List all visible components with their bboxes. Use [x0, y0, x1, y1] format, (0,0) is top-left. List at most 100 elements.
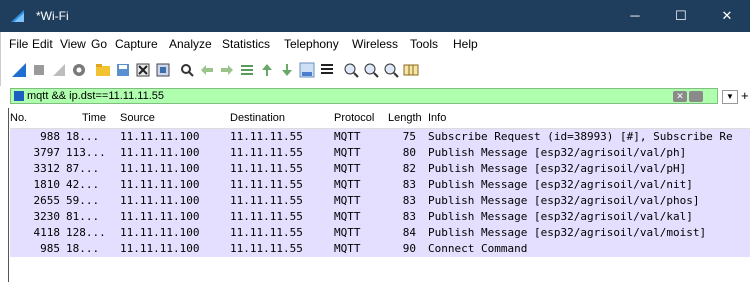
- cell-protocol: MQTT: [334, 194, 361, 207]
- table-row[interactable]: 4118 128... 11.11.11.100 11.11.11.55 MQTT 84 P…: [10, 225, 750, 241]
- maximize-button[interactable]: ☐: [658, 0, 704, 32]
- table-row[interactable]: 985 18... 11.11.11.100 11.11.11.55 MQTT 90 Con…: [10, 241, 750, 257]
- column-header-length[interactable]: Length: [388, 112, 422, 124]
- cell-length: 84: [402, 226, 416, 239]
- save-icon[interactable]: [115, 62, 131, 78]
- cell-destination: 11.11.11.55: [230, 226, 303, 239]
- shark-start-icon[interactable]: [11, 62, 27, 78]
- cell-source: 11.11.11.100: [120, 162, 200, 175]
- zoom-in-icon[interactable]: [343, 62, 359, 78]
- cell-destination: 11.11.11.55: [230, 242, 303, 255]
- cell-protocol: MQTT: [334, 178, 361, 191]
- cell-info: Publish Message [esp32/agrisoil/val/pH]: [428, 162, 687, 175]
- back-icon[interactable]: [199, 62, 215, 78]
- column-header-info[interactable]: Info: [428, 112, 446, 124]
- menu-edit[interactable]: Edit: [32, 37, 53, 51]
- cell-destination: 11.11.11.55: [230, 162, 303, 175]
- table-row[interactable]: 2655 59... 11.11.11.100 11.11.11.55 MQTT 83 Pu…: [10, 193, 750, 209]
- cell-no: 3230: [33, 210, 61, 223]
- cell-info: Publish Message [esp32/agrisoil/val/mois…: [428, 226, 707, 239]
- cell-length: 83: [402, 210, 416, 223]
- cell-info: Publish Message [esp32/agrisoil/val/phos…: [428, 194, 700, 207]
- cell-protocol: MQTT: [334, 162, 361, 175]
- add-filter-button[interactable]: +: [741, 88, 749, 103]
- table-row[interactable]: 988 18... 11.11.11.100 11.11.11.55 MQTT 75 Sub…: [10, 129, 750, 145]
- cell-info: Publish Message [esp32/agrisoil/val/kal]: [428, 210, 693, 223]
- go-to-packet-icon[interactable]: [239, 62, 255, 78]
- menu-analyze[interactable]: Analyze: [169, 37, 212, 51]
- autoscroll-icon[interactable]: [299, 62, 315, 78]
- cell-destination: 11.11.11.55: [230, 146, 303, 159]
- cell-source: 11.11.11.100: [120, 178, 200, 191]
- menu-tools[interactable]: Tools: [410, 37, 438, 51]
- clear-filter-icon[interactable]: ✕: [673, 91, 687, 102]
- last-packet-icon[interactable]: [279, 62, 295, 78]
- cell-protocol: MQTT: [334, 210, 361, 223]
- menu-wireless[interactable]: Wireless: [352, 37, 398, 51]
- bookmark-icon[interactable]: [14, 91, 24, 101]
- menu-capture[interactable]: Capture: [115, 37, 158, 51]
- cell-length: 75: [402, 130, 416, 143]
- resize-columns-icon[interactable]: [403, 62, 419, 78]
- main-toolbar: [0, 54, 750, 86]
- table-row[interactable]: 3797 113... 11.11.11.100 11.11.11.55 MQTT 80 P…: [10, 145, 750, 161]
- cell-length: 83: [402, 194, 416, 207]
- cell-time: 81...: [66, 210, 100, 223]
- cell-destination: 11.11.11.55: [230, 130, 303, 143]
- cell-info: Subscribe Request (id=38993) [#], Subscr…: [428, 130, 733, 143]
- wireshark-fin-icon: [11, 10, 24, 22]
- cell-no: 4118: [33, 226, 61, 239]
- menu-go[interactable]: Go: [91, 37, 107, 51]
- zoom-out-icon[interactable]: [363, 62, 379, 78]
- cell-no: 988: [40, 130, 60, 143]
- column-header-no[interactable]: No.: [10, 112, 27, 124]
- cell-protocol: MQTT: [334, 146, 361, 159]
- column-header-destination[interactable]: Destination: [230, 112, 285, 124]
- menu-statistics[interactable]: Statistics: [222, 37, 270, 51]
- column-header-source[interactable]: Source: [120, 112, 155, 124]
- cell-time: 128...: [66, 226, 106, 239]
- stop-icon[interactable]: [31, 62, 47, 78]
- column-header-time[interactable]: Time: [82, 112, 106, 124]
- open-folder-icon[interactable]: [95, 62, 111, 78]
- display-filter-input[interactable]: [27, 89, 667, 103]
- cell-destination: 11.11.11.55: [230, 194, 303, 207]
- close-button[interactable]: ✕: [704, 0, 750, 32]
- minimize-button[interactable]: ─: [612, 0, 658, 32]
- display-filter-field: ✕: [10, 88, 718, 104]
- colorize-icon[interactable]: [319, 62, 335, 78]
- restart-icon[interactable]: [51, 62, 67, 78]
- cell-no: 3797: [33, 146, 61, 159]
- cell-time: 59...: [66, 194, 100, 207]
- menu-view[interactable]: View: [60, 37, 86, 51]
- packet-list: No. Time Source Destination Protocol Len…: [10, 108, 750, 257]
- column-header-protocol[interactable]: Protocol: [334, 112, 374, 124]
- cell-source: 11.11.11.100: [120, 130, 200, 143]
- cell-protocol: MQTT: [334, 226, 361, 239]
- table-row[interactable]: 1810 42... 11.11.11.100 11.11.11.55 MQTT 83 Pu…: [10, 177, 750, 193]
- cell-info: Connect Command: [428, 242, 528, 255]
- cell-no: 2655: [33, 194, 61, 207]
- display-filter-bar: ✕ ▼ +: [10, 86, 750, 106]
- cell-protocol: MQTT: [334, 242, 361, 255]
- menu-file[interactable]: File: [9, 37, 28, 51]
- cell-time: 42...: [66, 178, 100, 191]
- menu-telephony[interactable]: Telephony: [284, 37, 339, 51]
- filter-history-chevron-down-icon[interactable]: ▼: [722, 90, 738, 104]
- cell-source: 11.11.11.100: [120, 226, 200, 239]
- forward-icon[interactable]: [219, 62, 235, 78]
- apply-filter-arrow-icon[interactable]: [689, 91, 703, 102]
- zoom-normal-icon[interactable]: [383, 62, 399, 78]
- table-row[interactable]: 3312 87... 11.11.11.100 11.11.11.55 MQTT 82 Pu…: [10, 161, 750, 177]
- table-row[interactable]: 3230 81... 11.11.11.100 11.11.11.55 MQTT 83 Pu…: [10, 209, 750, 225]
- first-packet-icon[interactable]: [259, 62, 275, 78]
- menu-help[interactable]: Help: [453, 37, 478, 51]
- cell-length: 90: [402, 242, 416, 255]
- reload-icon[interactable]: [155, 62, 171, 78]
- cell-info: Publish Message [esp32/agrisoil/val/ph]: [428, 146, 687, 159]
- find-icon[interactable]: [179, 62, 195, 78]
- cell-source: 11.11.11.100: [120, 242, 200, 255]
- cell-source: 11.11.11.100: [120, 210, 200, 223]
- close-file-icon[interactable]: [135, 62, 151, 78]
- options-icon[interactable]: [71, 62, 87, 78]
